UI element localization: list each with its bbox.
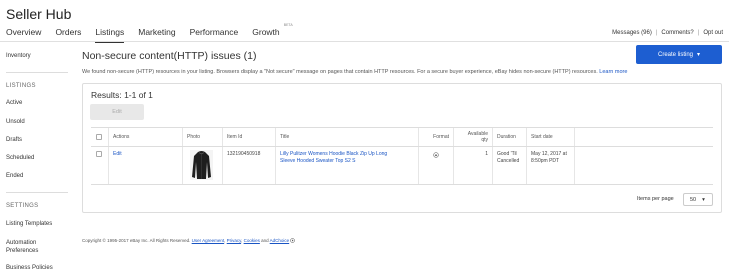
- footer: Copyright © 1995-2017 eBay Inc. All Righ…: [82, 238, 296, 243]
- sidebar-item-inventory[interactable]: Inventory: [6, 53, 31, 59]
- row-checkbox[interactable]: [96, 151, 102, 157]
- sidebar-item-scheduled[interactable]: Scheduled: [6, 155, 34, 161]
- edit-button[interactable]: Edit: [90, 104, 144, 120]
- header-format: Format: [419, 128, 454, 146]
- tab-growth-label: Growth: [252, 27, 280, 37]
- fixed-price-icon: [433, 152, 439, 158]
- sidebar-item-label: Automation: [6, 240, 37, 246]
- row-title-link[interactable]: Lilly Pulitzer Womens Hoodie Black Zip U…: [280, 151, 414, 164]
- table-header: Actions Photo Item Id Title Format Avail…: [91, 127, 713, 147]
- select-all-checkbox[interactable]: [96, 134, 102, 140]
- header-select-cell: [91, 128, 109, 146]
- results-count: Results: 1-1 of 1: [91, 90, 153, 100]
- start-line: May 12, 2017 at: [531, 151, 567, 157]
- row-photo-cell: [183, 147, 223, 184]
- row-edit-link[interactable]: Edit: [113, 151, 122, 157]
- row-start-date: May 12, 2017 at 8:50pm PDT: [527, 147, 575, 184]
- top-links: Messages (96) | Comments? | Opt out: [612, 30, 723, 36]
- sidebar-item-label: Preferences: [6, 248, 39, 254]
- header-available-qty: Available qty: [454, 128, 493, 146]
- sidebar-heading-listings: LISTINGS: [6, 83, 36, 89]
- adchoice-link[interactable]: AdChoice: [270, 238, 290, 243]
- row-qty: 1: [454, 147, 493, 184]
- results-panel: Results: 1-1 of 1 Edit Actions Photo Ite…: [82, 83, 722, 213]
- sidebar-item-unsold[interactable]: Unsold: [6, 119, 25, 125]
- header-duration: Duration: [493, 128, 527, 146]
- app-brand: Seller Hub: [6, 6, 72, 22]
- chevron-down-icon: ▾: [702, 196, 705, 203]
- divider: [6, 72, 68, 73]
- sidebar-item-listing-templates[interactable]: Listing Templates: [6, 221, 52, 227]
- duration-line: Cancelled: [497, 157, 520, 164]
- sidebar-item-drafts[interactable]: Drafts: [6, 137, 22, 143]
- start-line: 8:50pm PDT: [531, 157, 560, 164]
- and-text: and: [261, 238, 269, 243]
- header-photo: Photo: [183, 128, 223, 146]
- row-item-id: 132190450918: [223, 147, 276, 184]
- caret-down-icon: ▾: [697, 52, 701, 58]
- row-format-cell: [419, 147, 454, 184]
- beta-badge: BETA: [283, 23, 293, 27]
- header-item-id: Item Id: [223, 128, 276, 146]
- sidebar-item-business-policies[interactable]: Business Policies: [6, 265, 53, 271]
- sidebar-item-active[interactable]: Active: [6, 100, 22, 106]
- title-line: Sleeve Hooded Sweater Top S2 S: [280, 157, 356, 164]
- create-listing-label: Create listing: [657, 51, 693, 58]
- adchoice-icon[interactable]: [290, 238, 296, 243]
- header-actions: Actions: [109, 128, 183, 146]
- row-duration: Good 'Til Cancelled: [493, 147, 527, 184]
- row-select-cell: [91, 147, 109, 184]
- header-qty-line: qty: [481, 137, 488, 143]
- copyright-text: Copyright © 1995-2017 eBay Inc. All Righ…: [82, 238, 191, 243]
- privacy-link[interactable]: Privacy: [227, 238, 241, 243]
- sidebar: Inventory LISTINGS Active Unsold Drafts …: [0, 42, 74, 276]
- hoodie-image: [192, 151, 211, 179]
- learn-more-link[interactable]: Learn more: [599, 69, 627, 75]
- page-title: Non-secure content(HTTP) issues (1): [82, 50, 257, 62]
- items-per-page-label: Items per page: [637, 196, 674, 202]
- cookies-link[interactable]: Cookies: [244, 238, 260, 243]
- row-title-cell: Lilly Pulitzer Womens Hoodie Black Zip U…: [276, 147, 419, 184]
- user-agreement-link[interactable]: User Agreement: [192, 238, 225, 243]
- header-start-date[interactable]: Start date: [527, 128, 575, 146]
- table-row: Edit 132190450918 Lilly Pulitzer Womens …: [91, 147, 713, 185]
- separator: |: [697, 30, 700, 36]
- comments-link[interactable]: Comments?: [661, 30, 693, 36]
- messages-link[interactable]: Messages (96): [612, 30, 652, 36]
- sidebar-item-ended[interactable]: Ended: [6, 173, 23, 179]
- items-per-page-value: 50: [690, 196, 697, 203]
- main-content: Non-secure content(HTTP) issues (1) Crea…: [82, 42, 729, 276]
- create-listing-button[interactable]: Create listing ▾: [636, 45, 722, 64]
- row-action-cell: Edit: [109, 147, 183, 184]
- optout-link[interactable]: Opt out: [703, 30, 723, 36]
- divider: [6, 192, 68, 193]
- sidebar-item-automation-preferences[interactable]: Automation Preferences: [6, 239, 38, 255]
- header-title[interactable]: Title: [276, 128, 419, 146]
- info-text: We found non-secure (HTTP) resources in …: [82, 69, 598, 75]
- item-thumbnail[interactable]: [190, 150, 213, 180]
- separator: |: [655, 30, 658, 36]
- info-message: We found non-secure (HTTP) resources in …: [82, 69, 627, 75]
- sidebar-heading-settings: SETTINGS: [6, 203, 39, 209]
- items-per-page-select[interactable]: 50 ▾: [683, 193, 713, 206]
